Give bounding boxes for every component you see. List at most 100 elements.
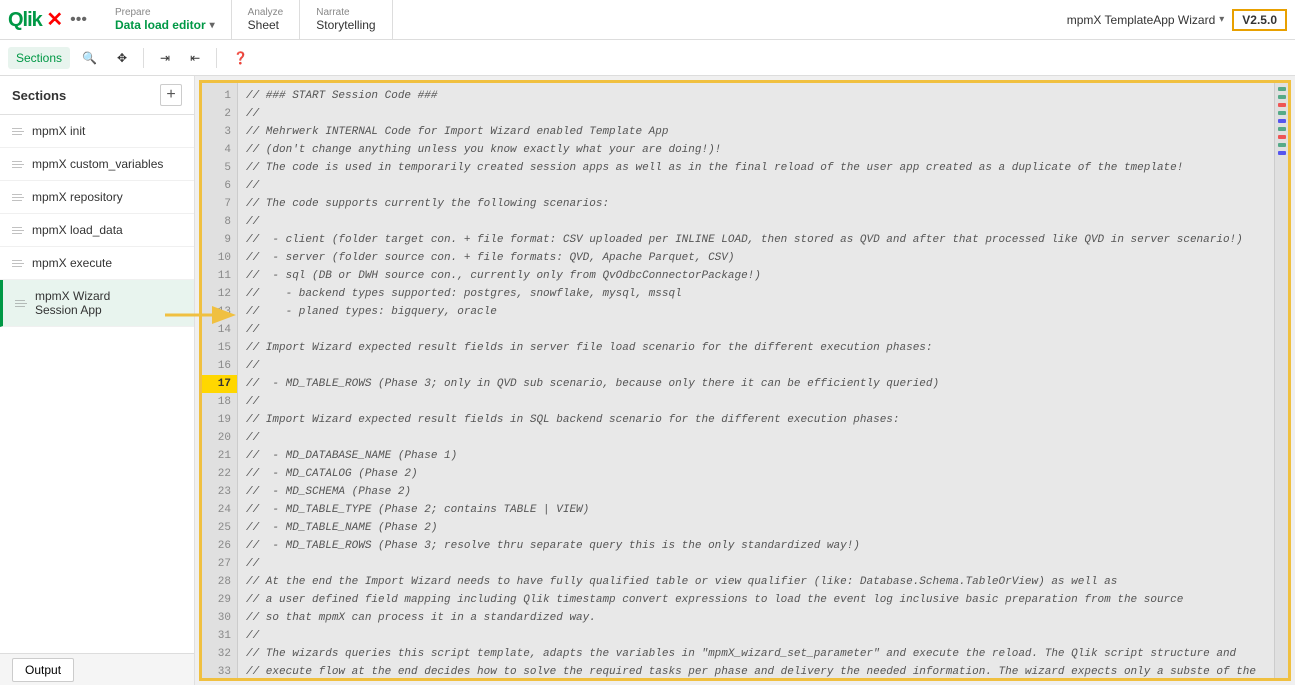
minimap-marker xyxy=(1278,127,1286,131)
code-line: // The wizards queries this script templ… xyxy=(246,645,1266,663)
sidebar-title: Sections xyxy=(12,88,66,103)
sidebar-item-mpmx-init[interactable]: mpmX init xyxy=(0,115,194,148)
code-line: // xyxy=(246,393,1266,411)
code-line: // - MD_TABLE_ROWS (Phase 3; only in QVD… xyxy=(246,375,1266,393)
code-line: // - MD_TABLE_ROWS (Phase 3; resolve thr… xyxy=(246,537,1266,555)
sections-label: Sections xyxy=(16,51,62,65)
code-line: // ### START Session Code ### xyxy=(246,87,1266,105)
toolbar-divider xyxy=(143,48,144,68)
code-line: // Import Wizard expected result fields … xyxy=(246,411,1266,429)
drag-handle-icon[interactable] xyxy=(12,128,24,135)
line-number: 13 xyxy=(202,303,237,321)
editor-wrapper: 1234567891011121314151617181920212223242… xyxy=(199,80,1291,681)
code-line: // so that mpmX can process it in a stan… xyxy=(246,609,1266,627)
app-title-area: mpmX TemplateApp Wizard ▾ xyxy=(1067,13,1225,27)
line-number: 27 xyxy=(202,555,237,573)
help-button[interactable]: ❓ xyxy=(225,47,256,69)
toolbar-divider-2 xyxy=(216,48,217,68)
minimap-marker xyxy=(1278,151,1286,155)
indent-button[interactable]: ⇥ xyxy=(152,47,178,69)
sidebar-item-mpmx-custom-variables[interactable]: mpmX custom_variables xyxy=(0,148,194,181)
drag-handle-icon[interactable] xyxy=(15,300,27,307)
code-content[interactable]: // ### START Session Code ### // // Mehrwe… xyxy=(238,83,1274,678)
code-line: // At the end the Import Wizard needs to… xyxy=(246,573,1266,591)
nav-more-button[interactable]: ••• xyxy=(70,11,87,29)
line-number: 33 xyxy=(202,663,237,678)
code-line: // xyxy=(246,429,1266,447)
sections-button[interactable]: Sections xyxy=(8,47,70,69)
sidebar-item-label: mpmX execute xyxy=(32,256,182,270)
insert-icon: ✥ xyxy=(117,51,127,65)
line-number: 9 xyxy=(202,231,237,249)
code-line: // Mehrwerk INTERNAL Code for Import Wiz… xyxy=(246,123,1266,141)
line-number: 12 xyxy=(202,285,237,303)
sidebar-item-label: mpmX Wizard Session App xyxy=(35,289,156,317)
nav-analyze-label: Analyze xyxy=(248,7,284,18)
code-line: // - MD_DATABASE_NAME (Phase 1) xyxy=(246,447,1266,465)
nav-prepare[interactable]: Prepare Data load editor ▾ xyxy=(99,0,232,40)
outdent-icon: ⇤ xyxy=(190,51,200,65)
output-button[interactable]: Output xyxy=(12,658,74,682)
code-line: // - backend types supported: postgres, … xyxy=(246,285,1266,303)
sidebar: Sections + mpmX init mpmX custom_variabl… xyxy=(0,76,195,685)
minimap-marker xyxy=(1278,95,1286,99)
minimap-marker xyxy=(1278,111,1286,115)
nav-prepare-value: Data load editor ▾ xyxy=(115,18,215,32)
nav-analyze[interactable]: Analyze Sheet xyxy=(232,0,301,40)
app-title-chevron-icon: ▾ xyxy=(1219,14,1224,25)
code-line: // xyxy=(246,177,1266,195)
code-editor[interactable]: 1234567891011121314151617181920212223242… xyxy=(202,83,1288,678)
line-number: 28 xyxy=(202,573,237,591)
sidebar-item-mpmx-repository[interactable]: mpmX repository xyxy=(0,181,194,214)
add-section-button[interactable]: + xyxy=(160,84,182,106)
line-number: 14 xyxy=(202,321,237,339)
code-line: // The code is used in temporarily creat… xyxy=(246,159,1266,177)
code-line: // Import Wizard expected result fields … xyxy=(246,339,1266,357)
line-number: 22 xyxy=(202,465,237,483)
main-layout: Sections + mpmX init mpmX custom_variabl… xyxy=(0,76,1295,685)
sidebar-item-mpmx-load-data[interactable]: mpmX load_data xyxy=(0,214,194,247)
code-line: // xyxy=(246,627,1266,645)
line-number: 21 xyxy=(202,447,237,465)
outdent-button[interactable]: ⇤ xyxy=(182,47,208,69)
line-number: 10 xyxy=(202,249,237,267)
nav-narrate-label: Narrate xyxy=(316,7,349,18)
code-line: // - planed types: bigquery, oracle xyxy=(246,303,1266,321)
nav-narrate[interactable]: Narrate Storytelling xyxy=(300,0,392,40)
insert-symbol-button[interactable]: ✥ xyxy=(109,47,135,69)
editor-area: 1234567891011121314151617181920212223242… xyxy=(195,76,1295,685)
sidebar-header: Sections + xyxy=(0,76,194,115)
search-button[interactable]: 🔍 xyxy=(74,47,105,69)
sidebar-item-label: mpmX repository xyxy=(32,190,182,204)
line-number: 26 xyxy=(202,537,237,555)
line-number: 30 xyxy=(202,609,237,627)
indent-icon: ⇥ xyxy=(160,51,170,65)
sidebar-item-label: mpmX custom_variables xyxy=(32,157,182,171)
line-number: 7 xyxy=(202,195,237,213)
top-nav: Qlik ✕ ••• Prepare Data load editor ▾ An… xyxy=(0,0,1295,40)
version-badge[interactable]: V2.5.0 xyxy=(1232,9,1287,31)
drag-handle-icon[interactable] xyxy=(12,194,24,201)
sidebar-item-mpmx-wizard-session-app[interactable]: mpmX Wizard Session App 🗑 xyxy=(0,280,194,327)
drag-handle-icon[interactable] xyxy=(12,161,24,168)
sidebar-item-mpmx-execute[interactable]: mpmX execute xyxy=(0,247,194,280)
qlik-logo-text: Qlik ✕ xyxy=(8,7,62,32)
line-number: 2 xyxy=(202,105,237,123)
line-number: 31 xyxy=(202,627,237,645)
minimap-marker xyxy=(1278,143,1286,147)
code-line: // - server (folder source con. + file f… xyxy=(246,249,1266,267)
output-bar: Output xyxy=(0,653,194,685)
line-number: 15 xyxy=(202,339,237,357)
line-number: 19 xyxy=(202,411,237,429)
nav-analyze-value: Sheet xyxy=(248,18,279,32)
minimap-marker xyxy=(1278,87,1286,91)
drag-handle-icon[interactable] xyxy=(12,260,24,267)
right-minimap[interactable] xyxy=(1274,83,1288,678)
line-number: 1 xyxy=(202,87,237,105)
toolbar: Sections 🔍 ✥ ⇥ ⇤ ❓ xyxy=(0,40,1295,76)
line-number: 11 xyxy=(202,267,237,285)
sidebar-item-label: mpmX load_data xyxy=(32,223,182,237)
code-line: // xyxy=(246,555,1266,573)
code-line: // a user defined field mapping includin… xyxy=(246,591,1266,609)
drag-handle-icon[interactable] xyxy=(12,227,24,234)
